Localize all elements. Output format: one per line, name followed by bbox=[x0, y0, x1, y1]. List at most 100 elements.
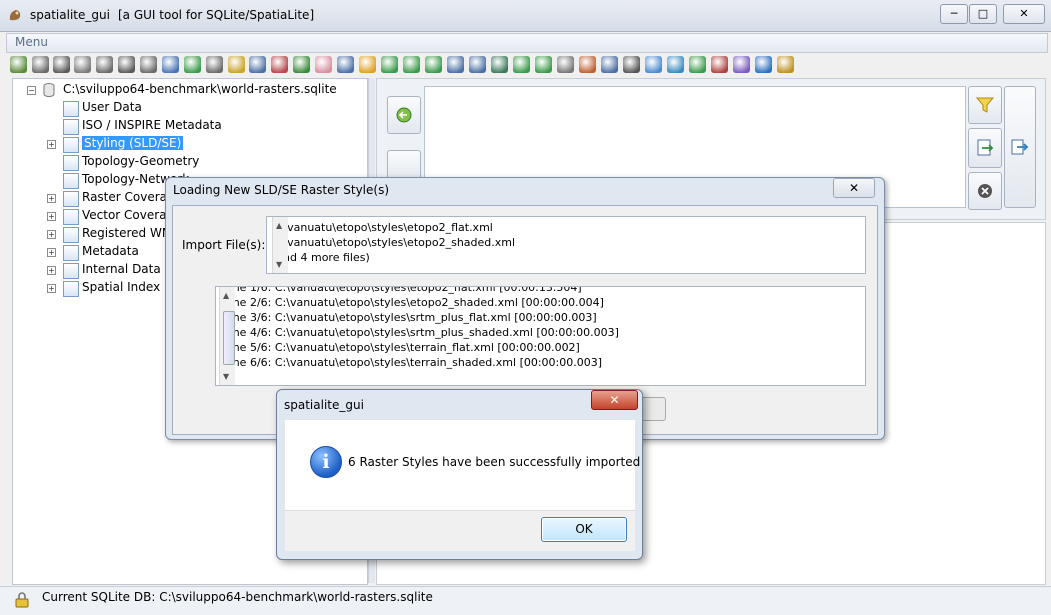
message-close-button[interactable]: ✕ bbox=[591, 390, 638, 410]
tree-expand-toggle[interactable]: + bbox=[47, 284, 56, 293]
clear-button[interactable] bbox=[968, 172, 1002, 210]
tree-node-icon bbox=[63, 155, 79, 171]
toolbar-button-icon[interactable] bbox=[249, 56, 266, 73]
toolbar-button-icon[interactable] bbox=[32, 56, 49, 73]
toolbar-button-icon[interactable] bbox=[74, 56, 91, 73]
close-window-button[interactable]: ✕ bbox=[1003, 4, 1045, 24]
scroll-up-icon[interactable]: ▲ bbox=[223, 291, 229, 300]
load-dialog-close-button[interactable]: ✕ bbox=[833, 178, 875, 198]
tree-item[interactable]: Spatial Index bbox=[82, 280, 160, 294]
toolbar-button-icon[interactable] bbox=[623, 56, 640, 73]
tree-item[interactable]: User Data bbox=[82, 100, 142, 114]
toolbar-button-icon[interactable] bbox=[777, 56, 794, 73]
tree-node-icon bbox=[63, 209, 79, 225]
filter-icon bbox=[976, 97, 994, 113]
toolbar-button-icon[interactable] bbox=[162, 56, 179, 73]
log-scrollbar[interactable]: ▲ ▼ bbox=[219, 287, 235, 385]
toolbar-button-icon[interactable] bbox=[667, 56, 684, 73]
toolbar-button-icon[interactable] bbox=[271, 56, 288, 73]
info-icon: i bbox=[310, 446, 342, 478]
progress-log[interactable]: done 1/6: C:\vanuatu\etopo\styles\etopo2… bbox=[215, 286, 866, 386]
toolbar-button-icon[interactable] bbox=[315, 56, 332, 73]
tree-node-icon bbox=[63, 119, 79, 135]
tree-expand-toggle[interactable]: + bbox=[47, 194, 56, 203]
toolbar-button-icon[interactable] bbox=[689, 56, 706, 73]
tree-expand-toggle[interactable]: + bbox=[47, 230, 56, 239]
toolbar-button-icon[interactable] bbox=[425, 56, 442, 73]
toolbar-button-icon[interactable] bbox=[10, 56, 27, 73]
clear-icon bbox=[978, 184, 992, 198]
scroll-down-icon[interactable]: ▼ bbox=[276, 260, 282, 269]
lock-icon bbox=[14, 592, 29, 608]
toolbar-button-icon[interactable] bbox=[645, 56, 662, 73]
tree-root[interactable]: C:\sviluppo64-benchmark\world-rasters.sq… bbox=[63, 82, 337, 96]
import-files-list[interactable]: C:\vanuatu\etopo\styles\etopo2_flat.xml … bbox=[266, 216, 866, 274]
window-title: spatialite_gui bbox=[30, 8, 110, 22]
log-line: done 5/6: C:\vanuatu\etopo\styles\terrai… bbox=[219, 341, 580, 354]
toolbar-button-icon[interactable] bbox=[601, 56, 618, 73]
minimize-button[interactable]: ─ bbox=[940, 4, 968, 24]
submit-button[interactable] bbox=[1004, 86, 1036, 208]
tree-node-icon bbox=[63, 101, 79, 117]
status-text: Current SQLite DB: C:\sviluppo64-benchma… bbox=[42, 590, 433, 604]
toolbar-button-icon[interactable] bbox=[53, 56, 70, 73]
menu-item[interactable]: Menu bbox=[15, 35, 48, 49]
toolbar-button-icon[interactable] bbox=[447, 56, 464, 73]
tree-item[interactable]: Topology-Geometry bbox=[82, 154, 199, 168]
tree-item[interactable]: Internal Data bbox=[82, 262, 161, 276]
tree-expand-toggle[interactable]: + bbox=[47, 140, 56, 149]
toolbar-button-icon[interactable] bbox=[557, 56, 574, 73]
tree-collapse-toggle[interactable]: − bbox=[27, 86, 36, 95]
tree-expand-toggle[interactable]: + bbox=[47, 248, 56, 257]
tree-item[interactable]: Styling (SLD/SE) bbox=[82, 136, 184, 150]
tree-node-icon bbox=[63, 191, 79, 207]
ok-button[interactable]: OK bbox=[541, 517, 627, 542]
maximize-button[interactable]: □ bbox=[969, 4, 997, 24]
filter-button[interactable] bbox=[968, 86, 1002, 124]
tree-node-icon bbox=[63, 227, 79, 243]
toolbar-button-icon[interactable] bbox=[337, 56, 354, 73]
toolbar-button-icon[interactable] bbox=[491, 56, 508, 73]
execute-icon bbox=[977, 139, 994, 156]
toolbar-button-icon[interactable] bbox=[469, 56, 486, 73]
window-subtitle: [a GUI tool for SQLite/SpatiaLite] bbox=[118, 8, 315, 22]
toolbar-button-icon[interactable] bbox=[535, 56, 552, 73]
toolbar-button-icon[interactable] bbox=[513, 56, 530, 73]
toolbar-button-icon[interactable] bbox=[359, 56, 376, 73]
toolbar-button-icon[interactable] bbox=[711, 56, 728, 73]
toolbar-button-icon[interactable] bbox=[733, 56, 750, 73]
message-dialog-title: spatialite_gui bbox=[284, 398, 364, 412]
toolbar-button-icon[interactable] bbox=[403, 56, 420, 73]
scroll-thumb[interactable] bbox=[223, 311, 235, 365]
tree-node-icon bbox=[63, 263, 79, 279]
log-line: done 6/6: C:\vanuatu\etopo\styles\terrai… bbox=[219, 356, 603, 369]
import-file-line: C:\vanuatu\etopo\styles\etopo2_shaded.xm… bbox=[272, 236, 516, 249]
app-icon bbox=[8, 8, 22, 22]
import-scrollbar[interactable]: ▲ ▼ bbox=[272, 217, 288, 273]
log-line: done 3/6: C:\vanuatu\etopo\styles\srtm_p… bbox=[219, 311, 597, 324]
tree-node-icon bbox=[63, 245, 79, 261]
toolbar-button-icon[interactable] bbox=[293, 56, 310, 73]
tree-expand-toggle[interactable]: + bbox=[47, 266, 56, 275]
execute-button[interactable] bbox=[968, 128, 1002, 168]
tree-node-icon bbox=[63, 137, 79, 153]
history-back-button[interactable] bbox=[387, 96, 421, 134]
scroll-up-icon[interactable]: ▲ bbox=[276, 221, 282, 230]
log-line: done 4/6: C:\vanuatu\etopo\styles\srtm_p… bbox=[219, 326, 619, 339]
log-line: done 2/6: C:\vanuatu\etopo\styles\etopo2… bbox=[219, 296, 604, 309]
toolbar-button-icon[interactable] bbox=[228, 56, 245, 73]
toolbar-button-icon[interactable] bbox=[579, 56, 596, 73]
tree-node-icon bbox=[63, 281, 79, 297]
toolbar-button-icon[interactable] bbox=[184, 56, 201, 73]
toolbar-button-icon[interactable] bbox=[381, 56, 398, 73]
tree-item[interactable]: Metadata bbox=[82, 244, 139, 258]
toolbar-button-icon[interactable] bbox=[140, 56, 157, 73]
scroll-down-icon[interactable]: ▼ bbox=[223, 372, 229, 381]
tree-item[interactable]: ISO / INSPIRE Metadata bbox=[82, 118, 222, 132]
toolbar-button-icon[interactable] bbox=[206, 56, 223, 73]
load-dialog-title: Loading New SLD/SE Raster Style(s) bbox=[173, 183, 390, 197]
tree-expand-toggle[interactable]: + bbox=[47, 212, 56, 221]
toolbar-button-icon[interactable] bbox=[755, 56, 772, 73]
toolbar-button-icon[interactable] bbox=[96, 56, 113, 73]
toolbar-button-icon[interactable] bbox=[118, 56, 135, 73]
